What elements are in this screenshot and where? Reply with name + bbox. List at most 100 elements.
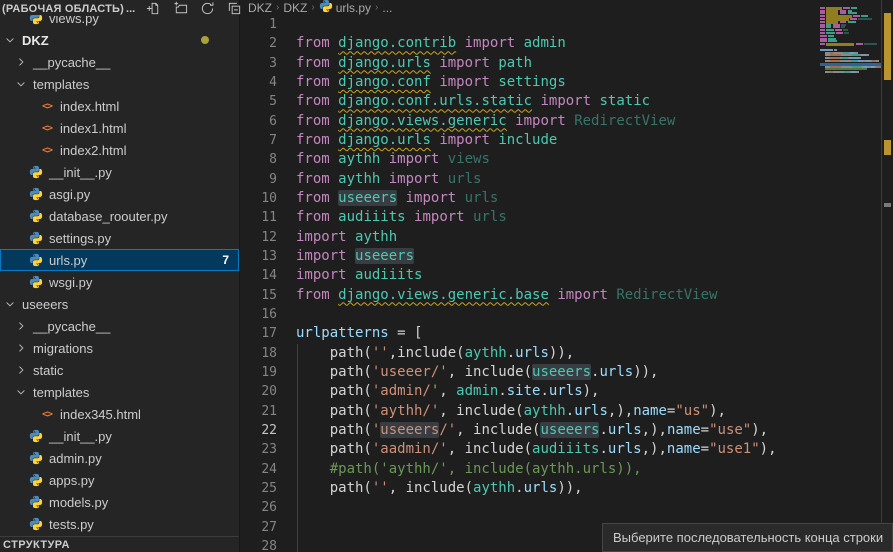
- tree-item-asgi.py[interactable]: asgi.py: [0, 183, 239, 205]
- code-line-12[interactable]: 12import aythh: [241, 228, 820, 247]
- code-line-text: [277, 498, 296, 517]
- tree-item-settings.py[interactable]: settings.py: [0, 227, 239, 249]
- line-number: 21: [241, 402, 277, 421]
- tree-item-__pycache__[interactable]: __pycache__: [0, 315, 239, 337]
- code-line-17[interactable]: 17urlpatterns = [: [241, 324, 820, 343]
- tree-item-tests.py[interactable]: tests.py: [0, 513, 239, 535]
- ruler-mark-0: [884, 13, 891, 80]
- tree-item-label: __pycache__: [33, 55, 110, 70]
- tree-item-index1.html[interactable]: <>index1.html: [0, 117, 239, 139]
- breadcrumb-separator-icon: ›: [311, 2, 314, 13]
- line-number: 13: [241, 247, 277, 266]
- tree-item-static[interactable]: static: [0, 359, 239, 381]
- tree-item-models.py[interactable]: models.py: [0, 491, 239, 513]
- code-line-text: import aythh: [277, 228, 397, 247]
- tree-item-database_roouter.py[interactable]: database_roouter.py: [0, 205, 239, 227]
- chevron-right-icon: [13, 320, 28, 332]
- html-file-icon: <>: [39, 406, 55, 422]
- code-line-25[interactable]: 25 path('', include(aythh.urls)),: [241, 479, 820, 498]
- tree-item-migrations[interactable]: migrations: [0, 337, 239, 359]
- breadcrumb-separator-icon: ›: [276, 2, 279, 13]
- code-line-text: #path('aythh/', include(aythh.urls)),: [277, 460, 642, 479]
- code-line-text: path('aadmin/', include(audiiits.urls,),…: [277, 440, 777, 459]
- code-line-10[interactable]: 10from useeers import urls: [241, 189, 820, 208]
- code-line-2[interactable]: 2from django.contrib import admin: [241, 34, 820, 53]
- code-line-14[interactable]: 14import audiiits: [241, 266, 820, 285]
- minimap[interactable]: [820, 0, 881, 552]
- breadcrumb-item--[interactable]: ...: [382, 1, 392, 15]
- line-number: 10: [241, 189, 277, 208]
- python-file-icon: [28, 252, 44, 268]
- tree-item-__init__.py[interactable]: __init__.py: [0, 425, 239, 447]
- python-file-icon: [28, 472, 44, 488]
- html-file-icon: <>: [39, 142, 55, 158]
- code-line-7[interactable]: 7from django.urls import include: [241, 131, 820, 150]
- code-line-16[interactable]: 16: [241, 305, 820, 324]
- code-line-5[interactable]: 5from django.conf.urls.static import sta…: [241, 92, 820, 111]
- code-line-6[interactable]: 6from django.views.generic import Redire…: [241, 112, 820, 131]
- tree-item-admin.py[interactable]: admin.py: [0, 447, 239, 469]
- chevron-right-icon: [13, 364, 28, 376]
- code-line-18[interactable]: 18 path('',include(aythh.urls)),: [241, 344, 820, 363]
- section-overflow-button[interactable]: ...: [126, 3, 135, 15]
- code-line-3[interactable]: 3from django.urls import path: [241, 54, 820, 73]
- minimap-current-line: [820, 63, 881, 66]
- tree-item-templates[interactable]: templates: [0, 381, 239, 403]
- chevron-down-icon: [2, 34, 17, 46]
- code-line-13[interactable]: 13import useeers: [241, 247, 820, 266]
- outline-section-header[interactable]: СТРУКТУРА: [0, 536, 239, 552]
- tree-item-label: index345.html: [60, 407, 141, 422]
- code-line-1[interactable]: 1: [241, 15, 820, 34]
- minimap-line: [820, 80, 881, 83]
- breadcrumb-item-DKZ[interactable]: DKZ: [283, 1, 307, 15]
- python-file-icon: [28, 516, 44, 532]
- html-file-icon: <>: [39, 120, 55, 136]
- python-file-icon: [28, 494, 44, 510]
- tree-item-useeers[interactable]: useeers: [0, 293, 239, 315]
- code-area[interactable]: 12from django.contrib import admin3from …: [241, 15, 820, 552]
- code-line-text: from django.urls import path: [277, 54, 532, 73]
- tree-item-urls.py[interactable]: urls.py7: [0, 249, 239, 271]
- code-line-9[interactable]: 9from aythh import urls: [241, 170, 820, 189]
- code-line-text: path('useeer/', include(useeers.urls)),: [277, 363, 658, 382]
- code-line-text: path('aythh/', include(aythh.urls,),name…: [277, 402, 726, 421]
- tree-item-label: __init__.py: [49, 429, 112, 444]
- code-line-20[interactable]: 20 path('admin/', admin.site.urls),: [241, 382, 820, 401]
- tree-item-label: views.py: [49, 15, 99, 26]
- code-line-4[interactable]: 4from django.conf import settings: [241, 73, 820, 92]
- tree-item-index345.html[interactable]: <> index345.html: [0, 403, 239, 425]
- tree-item-apps.py[interactable]: apps.py: [0, 469, 239, 491]
- tree-item-index2.html[interactable]: <>index2.html: [0, 139, 239, 161]
- code-line-24[interactable]: 24 #path('aythh/', include(aythh.urls)),: [241, 460, 820, 479]
- tree-item-index.html[interactable]: <>index.html: [0, 95, 239, 117]
- tree-item-DKZ[interactable]: DKZ: [0, 29, 239, 51]
- code-line-19[interactable]: 19 path('useeer/', include(useeers.urls)…: [241, 363, 820, 382]
- line-number: 26: [241, 498, 277, 517]
- workspace-title: (РАБОЧАЯ ОБЛАСТЬ): [2, 3, 124, 15]
- line-number: 23: [241, 440, 277, 459]
- ruler-mark-1: [884, 140, 891, 155]
- code-line-text: from aythh import urls: [277, 170, 481, 189]
- code-line-8[interactable]: 8from aythh import views: [241, 150, 820, 169]
- code-line-15[interactable]: 15from django.views.generic.base import …: [241, 286, 820, 305]
- breadcrumb-item-DKZ[interactable]: DKZ: [248, 1, 272, 15]
- tree-item-label: settings.py: [49, 231, 111, 246]
- tree-item-views.py[interactable]: views.py: [0, 15, 239, 29]
- code-line-21[interactable]: 21 path('aythh/', include(aythh.urls,),n…: [241, 402, 820, 421]
- code-line-22[interactable]: 22 path('useeers/', include(useeers.urls…: [241, 421, 820, 440]
- code-line-23[interactable]: 23 path('aadmin/', include(audiiits.urls…: [241, 440, 820, 459]
- outline-label: СТРУКТУРА: [3, 539, 70, 551]
- tree-item-wsgi.py[interactable]: wsgi.py: [0, 271, 239, 293]
- tree-item-__init__.py[interactable]: __init__.py: [0, 161, 239, 183]
- code-line-26[interactable]: 26: [241, 498, 820, 517]
- line-number: 19: [241, 363, 277, 382]
- tree-item-templates[interactable]: templates: [0, 73, 239, 95]
- code-line-11[interactable]: 11from audiiits import urls: [241, 208, 820, 227]
- line-number: 25: [241, 479, 277, 498]
- breadcrumb-separator-icon: ›: [375, 2, 378, 13]
- html-file-icon: <>: [39, 98, 55, 114]
- tree-item-__pycache__[interactable]: __pycache__: [0, 51, 239, 73]
- breadcrumb-item-urls-py[interactable]: urls.py: [319, 0, 371, 16]
- overview-ruler[interactable]: [881, 0, 893, 552]
- minimap-line: [820, 43, 881, 46]
